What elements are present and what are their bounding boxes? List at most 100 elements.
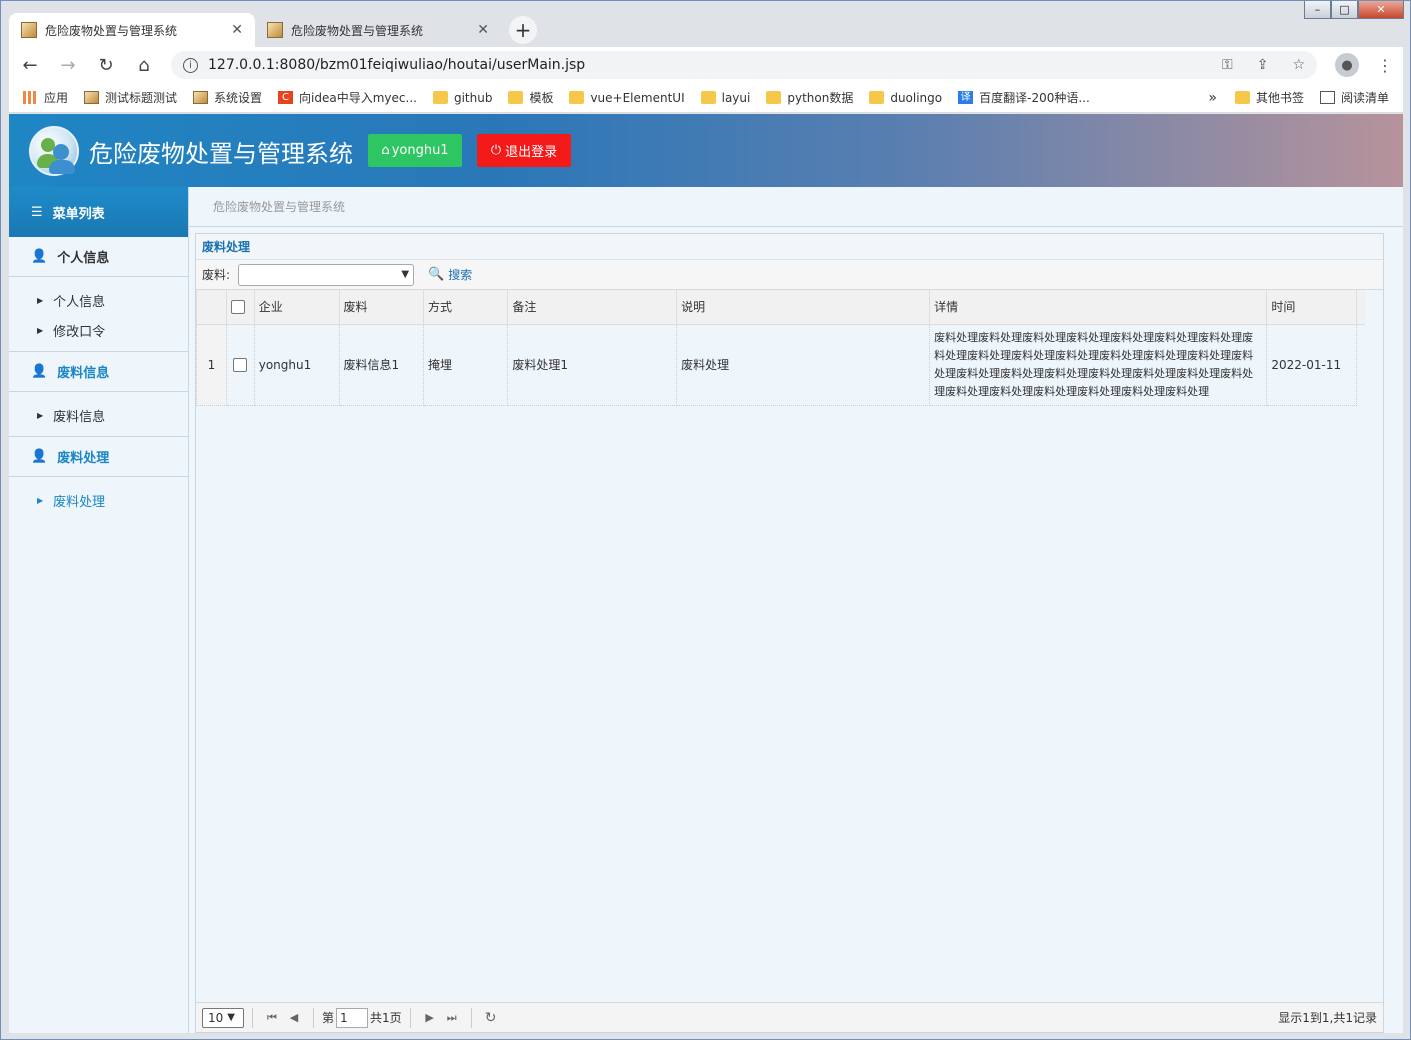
- select-all-checkbox[interactable]: [230, 300, 245, 314]
- bookmark-folder[interactable]: vue+ElementUI: [569, 91, 685, 105]
- cell-method: 掩埋: [422, 323, 509, 406]
- tab-title: 危险废物处置与管理系统: [45, 23, 178, 38]
- bookmark-folder[interactable]: duolingo: [869, 91, 942, 105]
- reading-list[interactable]: 阅读清单: [1319, 89, 1389, 106]
- key-icon[interactable]: ⚿: [1222, 57, 1233, 73]
- browser-tab[interactable]: 危险废物处置与管理系统 ✕: [255, 13, 501, 47]
- material-filter-select[interactable]: ▼: [238, 263, 415, 286]
- pager-separator: [470, 1007, 472, 1028]
- close-tab-icon[interactable]: ✕: [231, 22, 243, 38]
- maximize-button[interactable]: □: [1331, 1, 1358, 19]
- pager-separator: [313, 1007, 314, 1028]
- chevron-down-icon: ▼: [227, 1012, 235, 1023]
- star-icon[interactable]: ☆: [1292, 57, 1305, 73]
- sidebar-item-material-info[interactable]: ▶ 废料信息: [9, 400, 188, 430]
- forward-icon[interactable]: →: [57, 54, 79, 76]
- bookmark-item[interactable]: C 向idea中导入myec...: [278, 89, 417, 106]
- bookmarks-right: » 其他书签 阅读清单: [1208, 89, 1389, 106]
- user-icon: 👤: [31, 364, 48, 379]
- row-number: 1: [196, 323, 227, 406]
- next-page-icon[interactable]: ▶: [419, 1011, 441, 1024]
- address-bar[interactable]: i 127.0.0.1:8080/bzm01feiqiwuliao/houtai…: [171, 51, 1317, 79]
- browser-tab-active[interactable]: 危险废物处置与管理系统 ✕: [9, 13, 255, 47]
- sidebar: ☰ 菜单列表 👤 个人信息 ▶ 个人信息 ▶ 修改口令 👤 废料信息 ▶ 废料信…: [9, 187, 189, 1033]
- bookmarks-overflow-button[interactable]: »: [1208, 90, 1217, 106]
- page-size-select[interactable]: 10 ▼: [202, 1007, 244, 1028]
- page-favicon-icon: [267, 22, 283, 38]
- user-icon: 👤: [31, 249, 48, 264]
- current-user-button[interactable]: ⌂ yonghu1: [368, 134, 462, 167]
- column-header[interactable]: 详情: [929, 290, 1268, 325]
- sidebar-group-personal[interactable]: 👤 个人信息: [9, 237, 188, 277]
- column-header[interactable]: 废料: [338, 290, 424, 325]
- profile-avatar-icon[interactable]: ●: [1335, 53, 1359, 77]
- share-icon[interactable]: ⇪: [1257, 57, 1269, 73]
- folder-icon: [508, 91, 524, 104]
- column-header[interactable]: 企业: [253, 290, 340, 325]
- column-header[interactable]: 说明: [676, 290, 931, 325]
- main-content: 危险废物处置与管理系统 废料处理 废料: ▼ 🔍 搜索 企业 废料 方式 备注 …: [189, 187, 1403, 1033]
- search-toolbar: 废料: ▼ 🔍 搜索: [196, 260, 1383, 290]
- bookmark-apps[interactable]: 应用: [23, 89, 68, 106]
- row-select-cell: [225, 323, 255, 406]
- sidebar-submenu-material-info: ▶ 废料信息: [9, 392, 188, 437]
- last-page-icon[interactable]: ⏭: [441, 1011, 463, 1025]
- close-tab-icon[interactable]: ✕: [477, 22, 489, 38]
- bookmark-folder[interactable]: layui: [700, 91, 750, 105]
- column-header[interactable]: 方式: [422, 290, 509, 325]
- sidebar-item-profile[interactable]: ▶ 个人信息: [9, 285, 188, 315]
- sidebar-group-material-processing[interactable]: 👤 废料处理: [9, 437, 188, 477]
- first-page-icon[interactable]: ⏮: [261, 1011, 283, 1025]
- cell-time: 2022-01-11: [1266, 323, 1357, 406]
- page-icon: [84, 91, 100, 104]
- caret-right-icon: ▶: [37, 325, 44, 335]
- bookmark-folder[interactable]: python数据: [766, 89, 853, 106]
- app-page: 危险废物处置与管理系统 ⌂ yonghu1 ⏻ 退出登录 ☰ 菜单列表 👤 个人…: [9, 114, 1403, 1033]
- refresh-icon[interactable]: ↻: [480, 1010, 502, 1026]
- logout-button[interactable]: ⏻ 退出登录: [477, 134, 571, 167]
- list-icon: ☰: [31, 204, 43, 220]
- prev-page-icon[interactable]: ◀: [283, 1011, 305, 1024]
- url-text[interactable]: 127.0.0.1:8080/bzm01feiqiwuliao/houtai/u…: [208, 57, 1198, 73]
- row-number-header: [196, 290, 227, 325]
- search-button[interactable]: 🔍 搜索: [428, 266, 472, 283]
- bookmark-item[interactable]: 测试标题测试: [84, 89, 177, 106]
- users-logo-icon: [29, 126, 79, 176]
- page-number-input[interactable]: 1: [336, 1007, 369, 1028]
- site-info-icon[interactable]: i: [183, 57, 198, 73]
- user-icon: 👤: [31, 449, 48, 464]
- browser-menu-icon[interactable]: ⋮: [1377, 56, 1393, 75]
- app-title: 危险废物处置与管理系统: [89, 140, 353, 168]
- table-row[interactable]: 1 yonghu1 废料信息1 掩埋 废料处理1 废料处理 废料处理废料处理废料…: [196, 323, 1365, 406]
- folder-icon: [432, 91, 448, 104]
- page-favicon-icon: [21, 22, 37, 38]
- panel-title: 废料处理: [196, 234, 1383, 260]
- reload-icon[interactable]: ↻: [95, 54, 117, 76]
- other-bookmarks[interactable]: 其他书签: [1234, 89, 1304, 106]
- sidebar-submenu-personal: ▶ 个人信息 ▶ 修改口令: [9, 277, 188, 352]
- cell-remark: 废料处理1: [507, 323, 678, 406]
- new-tab-button[interactable]: +: [509, 16, 537, 44]
- bookmark-folder[interactable]: github: [432, 91, 492, 105]
- scroll-gutter-cell: [1356, 324, 1365, 405]
- close-window-button[interactable]: ✕: [1358, 1, 1404, 19]
- page-prefix: 第: [322, 1011, 335, 1025]
- bookmark-item[interactable]: 系统设置: [193, 89, 262, 106]
- sidebar-group-material-info[interactable]: 👤 废料信息: [9, 352, 188, 392]
- bookmark-item[interactable]: 译百度翻译-200种语...: [958, 89, 1090, 106]
- sidebar-item-material-processing[interactable]: ▶ 废料处理: [9, 485, 188, 515]
- tab-strip: 危险废物处置与管理系统 ✕ 危险废物处置与管理系统 ✕ +: [9, 13, 537, 47]
- row-checkbox[interactable]: [233, 357, 248, 372]
- column-header[interactable]: 时间: [1266, 290, 1357, 325]
- page-total: 共1页: [370, 1011, 402, 1025]
- pager-separator: [252, 1007, 253, 1028]
- sidebar-item-change-password[interactable]: ▶ 修改口令: [9, 315, 188, 345]
- bookmark-folder[interactable]: 模板: [508, 89, 553, 106]
- scroll-gutter-header: [1355, 290, 1365, 325]
- home-icon[interactable]: ⌂: [133, 54, 155, 76]
- column-header[interactable]: 备注: [507, 290, 678, 325]
- minimize-button[interactable]: –: [1304, 1, 1331, 19]
- search-icon: 🔍: [428, 267, 445, 282]
- back-icon[interactable]: ←: [19, 54, 41, 76]
- cell-detail: 废料处理废料处理废料处理废料处理废料处理废料处理废料处理废料处理废料处理废料处理…: [929, 323, 1268, 406]
